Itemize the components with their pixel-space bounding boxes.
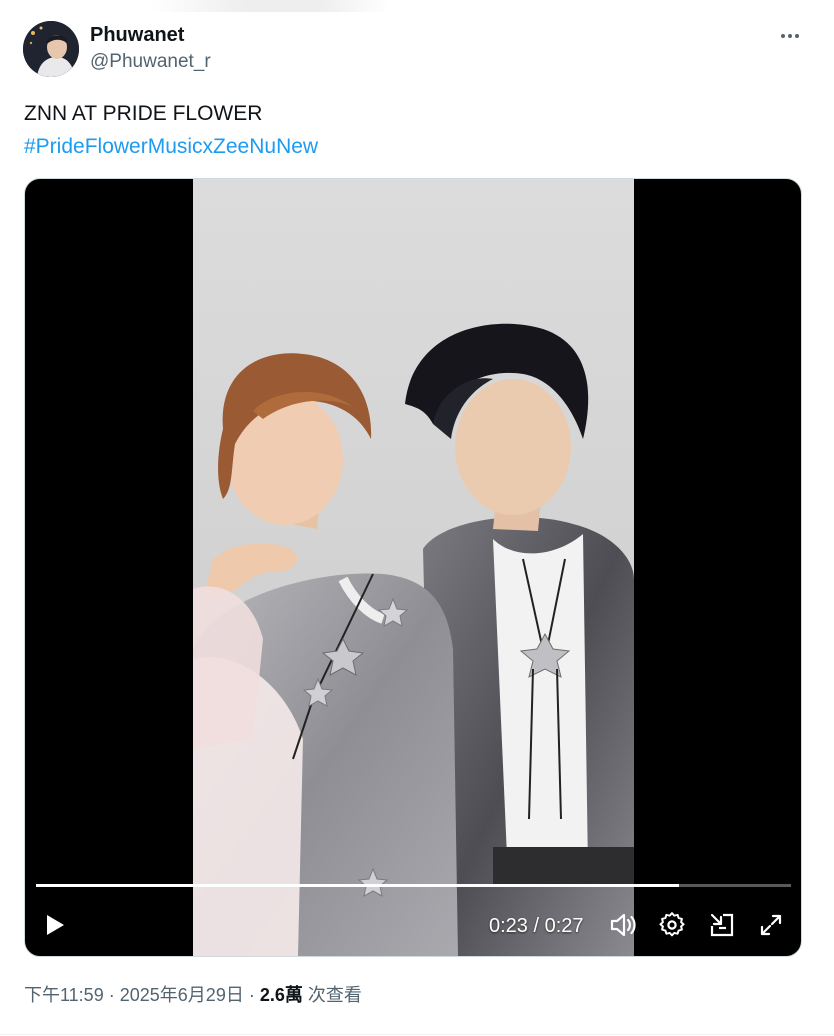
picture-in-picture-button[interactable] (704, 907, 740, 943)
play-icon (47, 915, 64, 935)
video-player[interactable]: 0:23 / 0:27 (24, 178, 802, 957)
more-dot (788, 34, 792, 38)
progress-fill (36, 884, 680, 887)
volume-button[interactable] (605, 907, 641, 943)
author-block: Phuwanet @Phuwanet_r (90, 22, 211, 75)
progress-bar[interactable] (36, 884, 791, 887)
post-date[interactable]: 2025年6月29日 (120, 985, 244, 1005)
views-label: 次查看 (307, 985, 362, 1005)
video-frame (193, 179, 634, 956)
post-text: ZNN AT PRIDE FLOWER #PrideFlowerMusicxZe… (24, 97, 318, 163)
post-metadata: 下午11:59 · 2025年6月29日 · 2.6萬 次查看 (24, 982, 362, 1008)
author-handle[interactable]: @Phuwanet_r (90, 49, 211, 75)
settings-icon (659, 912, 685, 937)
video-time: 0:23 / 0:27 (489, 915, 584, 937)
pip-icon (710, 913, 734, 937)
fullscreen-icon (760, 914, 782, 936)
more-horizontal-icon (781, 34, 785, 38)
views-count: 2.6萬 (259, 985, 303, 1005)
meta-separator: · (248, 985, 255, 1005)
volume-icon (610, 913, 636, 937)
settings-button[interactable] (654, 907, 690, 943)
meta-separator: · (108, 985, 115, 1005)
more-dot (795, 34, 799, 38)
fullscreen-button[interactable] (753, 907, 789, 943)
more-options-button[interactable] (774, 24, 806, 48)
post-body: ZNN AT PRIDE FLOWER (24, 102, 263, 125)
hashtag-link[interactable]: #PrideFlowerMusicxZeeNuNew (24, 130, 318, 163)
divider (0, 1034, 834, 1035)
author-display-name[interactable]: Phuwanet (90, 22, 211, 48)
avatar[interactable] (23, 21, 79, 77)
top-edge-fade (150, 0, 390, 12)
play-button[interactable] (37, 907, 73, 943)
post-time[interactable]: 下午11:59 (24, 985, 104, 1005)
